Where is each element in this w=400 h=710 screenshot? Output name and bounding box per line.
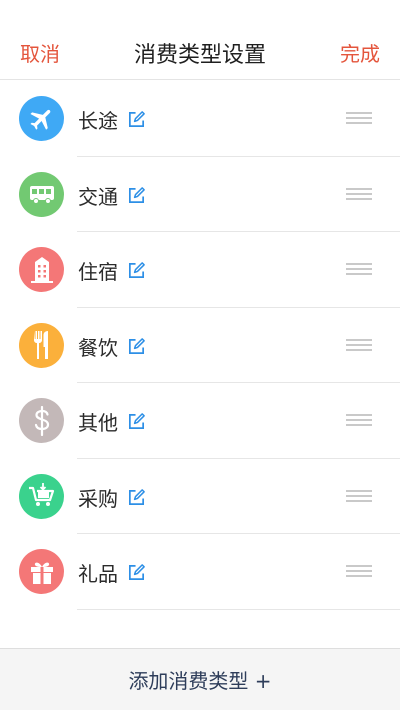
category-label: 交通: [78, 184, 118, 209]
bus-icon: [19, 171, 64, 217]
edit-icon[interactable]: [127, 337, 146, 356]
fork-knife-icon: [19, 322, 64, 368]
list-item[interactable]: 长途: [0, 81, 400, 157]
category-label: 长途: [78, 109, 118, 133]
drag-handle-icon[interactable]: [346, 263, 372, 277]
cart-icon: [19, 473, 64, 519]
category-label: 住宿: [78, 260, 118, 284]
add-category-label: 添加消费类型 +: [128, 669, 272, 693]
list-item[interactable]: 礼品: [0, 534, 400, 610]
drag-handle-icon[interactable]: [346, 112, 372, 126]
list-item[interactable]: 餐饮: [0, 308, 400, 383]
category-label: 采购: [78, 486, 118, 511]
hotel-icon: [19, 247, 64, 292]
edit-icon[interactable]: [127, 186, 146, 205]
edit-icon[interactable]: [127, 261, 146, 280]
category-list: 长途 交通 住宿 餐饮 其他 采购 礼品: [0, 81, 400, 610]
done-button[interactable]: 完成: [340, 38, 380, 67]
nav-bar: 取消 消费类型设置 完成: [0, 0, 400, 80]
edit-icon[interactable]: [127, 488, 146, 507]
edit-icon[interactable]: [127, 412, 146, 431]
dollar-icon: [19, 398, 64, 443]
list-item[interactable]: 采购: [0, 459, 400, 534]
category-label: 礼品: [78, 562, 118, 586]
list-item[interactable]: 其他: [0, 383, 400, 459]
category-label: 餐饮: [78, 335, 118, 360]
add-category-button[interactable]: 添加消费类型 +: [0, 648, 400, 710]
list-item[interactable]: 交通: [0, 157, 400, 232]
divider: [77, 608, 400, 610]
drag-handle-icon[interactable]: [346, 414, 372, 428]
gift-icon: [19, 549, 64, 594]
edit-icon[interactable]: [127, 563, 146, 582]
drag-handle-icon[interactable]: [346, 338, 372, 353]
edit-icon[interactable]: [127, 110, 146, 129]
drag-handle-icon[interactable]: [346, 565, 372, 579]
list-item[interactable]: 住宿: [0, 232, 400, 308]
drag-handle-icon[interactable]: [346, 187, 372, 202]
airplane-icon: [19, 96, 64, 141]
drag-handle-icon[interactable]: [346, 489, 372, 504]
category-label: 其他: [78, 411, 118, 435]
